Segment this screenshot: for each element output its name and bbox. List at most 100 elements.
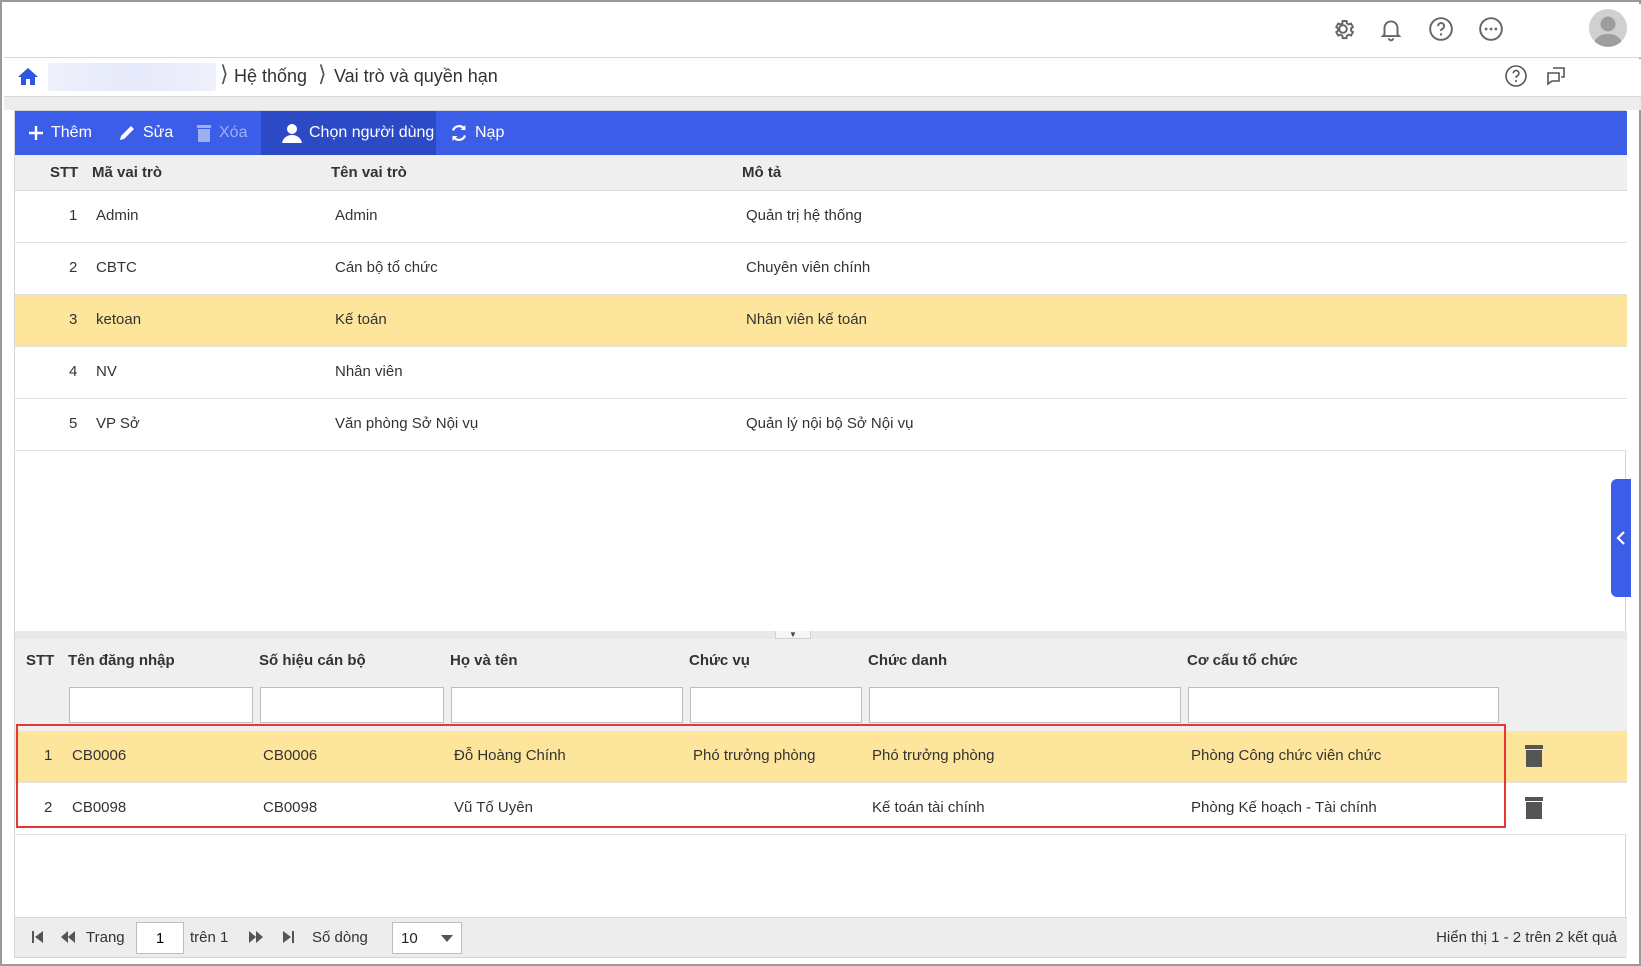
panel-splitter[interactable]: ▼ bbox=[15, 630, 1627, 639]
user-avatar-icon[interactable] bbox=[1589, 9, 1627, 47]
cell-role-code: CBTC bbox=[96, 259, 137, 276]
plus-icon bbox=[29, 126, 43, 140]
feedback-icon[interactable] bbox=[1542, 62, 1570, 90]
cell-role-code: Admin bbox=[96, 207, 139, 224]
edit-button[interactable]: Sửa bbox=[117, 111, 173, 155]
cell-role-code: ketoan bbox=[96, 311, 142, 328]
cell-role-name: Văn phòng Sở Nội vụ bbox=[335, 415, 479, 432]
result-summary: Hiển thị 1 - 2 trên 2 kết quả bbox=[1436, 929, 1617, 946]
column-header-position[interactable]: Chức vụ bbox=[689, 652, 750, 669]
help-icon[interactable] bbox=[1426, 14, 1456, 44]
filter-row bbox=[15, 683, 1627, 731]
cell-stt: 1 bbox=[69, 207, 78, 224]
content-gutter bbox=[4, 97, 1641, 110]
user-icon bbox=[282, 124, 302, 143]
pencil-icon bbox=[120, 126, 134, 140]
filter-title-input[interactable] bbox=[869, 687, 1181, 723]
breadcrumb-separator: ⟩ bbox=[220, 62, 229, 87]
delete-button-label: Xóa bbox=[219, 124, 248, 141]
cell-title: Phó trưởng phòng bbox=[872, 747, 995, 764]
column-header-stt[interactable]: STT bbox=[50, 164, 78, 181]
filter-org-input[interactable] bbox=[1188, 687, 1499, 723]
column-header-stt[interactable]: STT bbox=[26, 652, 54, 669]
table-row-selected[interactable]: 3 ketoan Kế toán Nhân viên kế toán bbox=[15, 295, 1627, 347]
trash-icon[interactable] bbox=[1522, 795, 1546, 823]
cell-role-code: NV bbox=[96, 363, 117, 380]
chevron-down-icon bbox=[441, 935, 453, 942]
refresh-icon bbox=[451, 125, 467, 141]
trash-icon bbox=[197, 125, 211, 142]
table-row[interactable]: 2 CB0098 CB0098 Vũ Tố Uyên Kế toán tài c… bbox=[15, 783, 1627, 835]
trash-icon[interactable] bbox=[1522, 743, 1546, 771]
choose-user-button[interactable]: Chọn người dùng bbox=[261, 111, 436, 155]
users-table-header: STT Tên đăng nhập Số hiệu cán bộ Họ và t… bbox=[15, 639, 1627, 683]
column-header-login[interactable]: Tên đăng nhập bbox=[68, 652, 175, 669]
cell-role-code: VP Sở bbox=[96, 415, 140, 432]
column-header-description[interactable]: Mô tả bbox=[742, 164, 781, 181]
table-row-selected[interactable]: 1 CB0006 CB0006 Đỗ Hoàng Chính Phó trưởn… bbox=[15, 731, 1627, 783]
cell-full-name: Đỗ Hoàng Chính bbox=[454, 747, 566, 764]
cell-login: CB0006 bbox=[72, 747, 127, 764]
roles-table-header: STT Mã vai trò Tên vai trò Mô tả bbox=[15, 155, 1627, 191]
table-row[interactable]: 2 CBTC Cán bộ tổ chức Chuyên viên chính bbox=[15, 243, 1627, 295]
cell-stt: 2 bbox=[44, 799, 53, 816]
column-header-title[interactable]: Chức danh bbox=[868, 652, 947, 669]
cell-description: Nhân viên kế toán bbox=[746, 311, 867, 328]
cell-org: Phòng Kế hoạch - Tài chính bbox=[1191, 799, 1377, 816]
gear-icon[interactable] bbox=[1328, 14, 1358, 44]
filter-staff-no-input[interactable] bbox=[260, 687, 444, 723]
prev-page-icon[interactable] bbox=[59, 928, 77, 946]
cell-full-name: Vũ Tố Uyên bbox=[454, 799, 533, 816]
cell-stt: 4 bbox=[69, 363, 78, 380]
table-row[interactable]: 1 Admin Admin Quản trị hệ thống bbox=[15, 191, 1627, 243]
side-panel-toggle[interactable] bbox=[1611, 479, 1631, 597]
column-header-role-name[interactable]: Tên vai trò bbox=[331, 164, 407, 181]
rows-per-page-select[interactable]: 10 bbox=[392, 922, 462, 954]
page-label: Trang bbox=[86, 929, 125, 946]
bell-icon[interactable] bbox=[1376, 14, 1406, 44]
column-header-org[interactable]: Cơ cấu tổ chức bbox=[1187, 652, 1298, 669]
cell-position: Phó trưởng phòng bbox=[693, 747, 816, 764]
column-header-role-code[interactable]: Mã vai trò bbox=[92, 164, 162, 181]
last-page-icon[interactable] bbox=[279, 928, 297, 946]
next-page-icon[interactable] bbox=[247, 928, 265, 946]
reload-button[interactable]: Nạp bbox=[449, 111, 504, 155]
rows-per-page-value: 10 bbox=[401, 930, 418, 947]
breadcrumb-separator: ⟩ bbox=[318, 62, 327, 87]
cell-title: Kế toán tài chính bbox=[872, 799, 985, 816]
filter-position-input[interactable] bbox=[690, 687, 862, 723]
breadcrumb-item-roles: Vai trò và quyền hạn bbox=[334, 66, 498, 86]
page-number-input[interactable] bbox=[136, 922, 184, 954]
top-bar bbox=[4, 4, 1641, 58]
home-icon[interactable] bbox=[16, 65, 40, 89]
add-button[interactable]: Thêm bbox=[27, 111, 92, 155]
column-header-full-name[interactable]: Họ và tên bbox=[450, 652, 518, 669]
more-icon[interactable] bbox=[1476, 14, 1506, 44]
pagination-bar: Trang trên 1 Số dòng 10 Hiển thị 1 - 2 t… bbox=[15, 917, 1627, 957]
cell-role-name: Admin bbox=[335, 207, 378, 224]
filter-login-input[interactable] bbox=[69, 687, 253, 723]
cell-staff-no: CB0006 bbox=[263, 747, 318, 764]
cell-stt: 3 bbox=[69, 311, 78, 328]
app-window: ⟩ Hệ thống ⟩ Vai trò và quyền hạn Thêm S… bbox=[0, 0, 1641, 966]
help-icon[interactable] bbox=[1502, 62, 1530, 90]
first-page-icon[interactable] bbox=[29, 928, 47, 946]
cell-stt: 1 bbox=[44, 747, 53, 764]
cell-role-name: Nhân viên bbox=[335, 363, 403, 380]
breadcrumb-blurred-item bbox=[48, 63, 216, 91]
table-row[interactable]: 4 NV Nhân viên bbox=[15, 347, 1627, 399]
breadcrumb-item-system[interactable]: Hệ thống bbox=[234, 66, 307, 87]
cell-role-name: Cán bộ tổ chức bbox=[335, 259, 438, 276]
cell-staff-no: CB0098 bbox=[263, 799, 318, 816]
collapse-handle-icon[interactable]: ▼ bbox=[775, 630, 811, 639]
roles-panel: Thêm Sửa Xóa Chọn người dùng Nạp STT Mã … bbox=[14, 110, 1627, 958]
column-header-staff-no[interactable]: Số hiệu cán bộ bbox=[259, 652, 366, 669]
table-row[interactable]: 5 VP Sở Văn phòng Sở Nội vụ Quản lý nội … bbox=[15, 399, 1627, 451]
chevron-left-icon bbox=[1616, 531, 1625, 545]
breadcrumb: ⟩ Hệ thống ⟩ Vai trò và quyền hạn bbox=[4, 59, 1641, 97]
delete-button[interactable]: Xóa bbox=[195, 111, 247, 155]
cell-description: Chuyên viên chính bbox=[746, 259, 871, 276]
choose-user-button-label: Chọn người dùng bbox=[309, 124, 435, 141]
filter-full-name-input[interactable] bbox=[451, 687, 683, 723]
cell-org: Phòng Công chức viên chức bbox=[1191, 747, 1382, 764]
